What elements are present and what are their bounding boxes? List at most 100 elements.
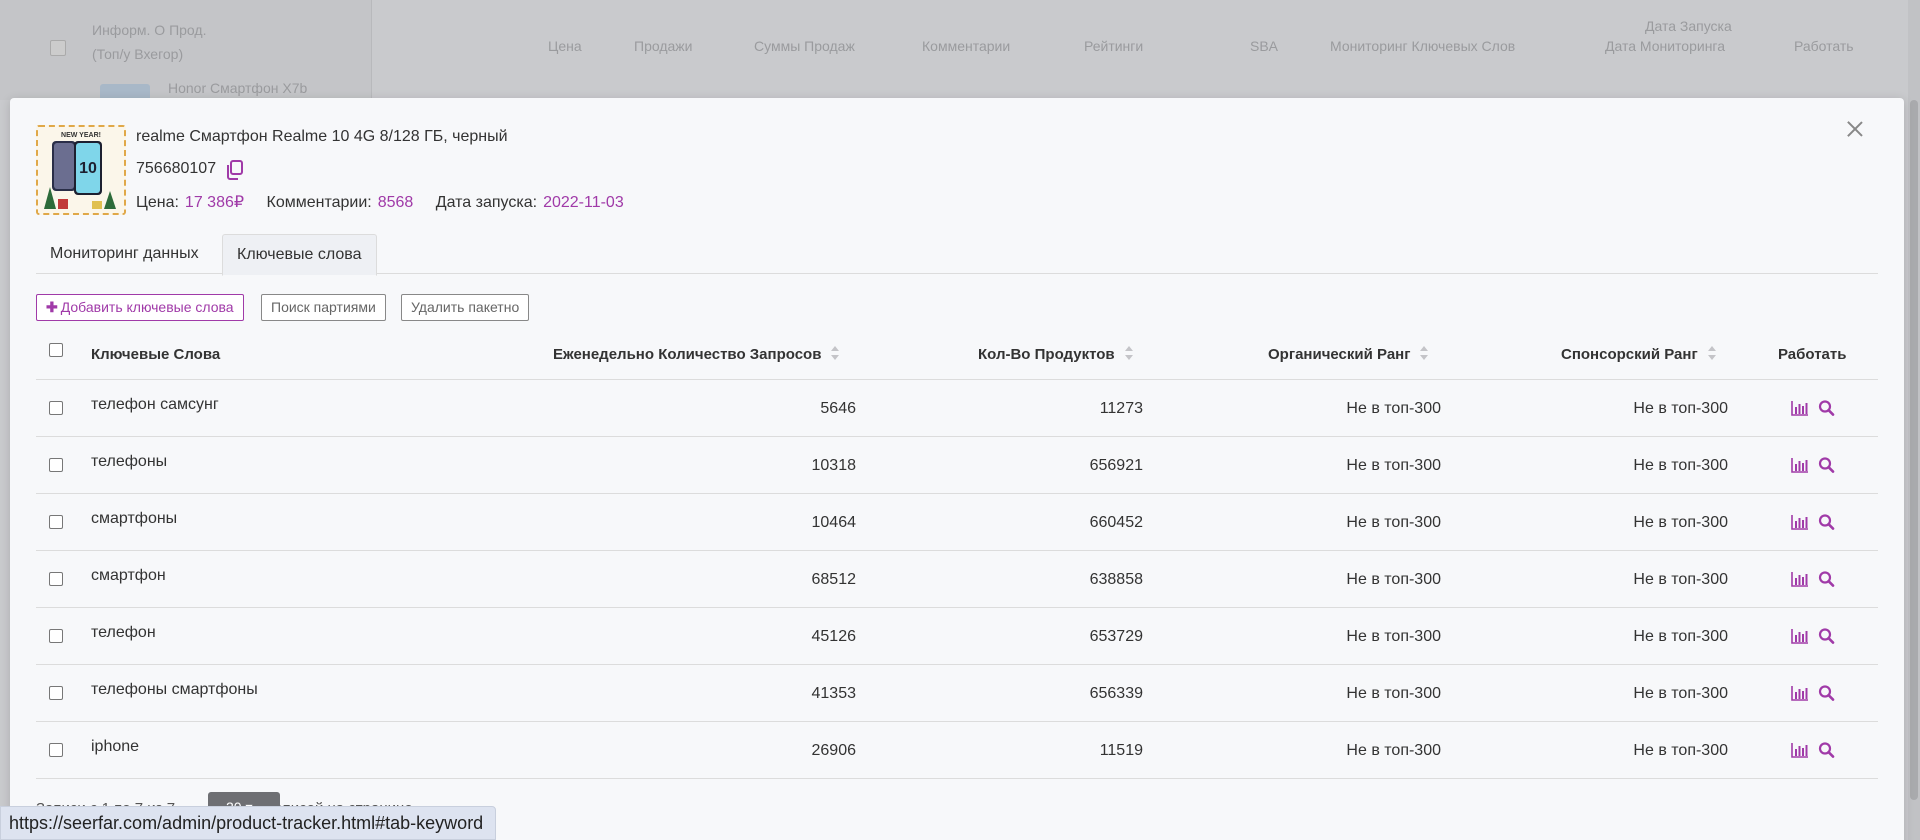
sort-icon[interactable]: [1420, 346, 1429, 361]
cell-sponsored-rank: Не в топ-300: [1633, 457, 1728, 474]
bar-chart-icon[interactable]: [1791, 400, 1809, 416]
cell-products: 653729: [1089, 628, 1143, 645]
comments-label: Комментарии:: [266, 194, 372, 211]
cell-sponsored-rank: Не в топ-300: [1633, 400, 1728, 417]
tab-data-monitoring[interactable]: Мониторинг данных: [36, 234, 213, 276]
row-checkbox[interactable]: [49, 401, 63, 415]
cell-weekly-queries: 41353: [811, 685, 857, 702]
bar-chart-icon[interactable]: [1791, 742, 1809, 758]
plus-icon: ✚: [46, 299, 58, 315]
table-row: iphone 26906 11519 Не в топ-300 Не в топ-300: [36, 722, 1878, 779]
cell-products: 656921: [1089, 457, 1143, 474]
column-products[interactable]: Кол-Во Продуктов: [978, 330, 1133, 380]
table-row: смартфоны 10464 660452 Не в топ-300 Не в топ…: [36, 494, 1878, 551]
row-actions: [1791, 742, 1841, 758]
cell-products: 11519: [1099, 742, 1143, 759]
cell-organic-rank: Не в топ-300: [1346, 742, 1441, 759]
cell-organic-rank: Не в топ-300: [1346, 457, 1441, 474]
cell-organic-rank: Не в топ-300: [1346, 400, 1441, 417]
search-icon[interactable]: [1818, 457, 1836, 473]
cell-sponsored-rank: Не в топ-300: [1633, 685, 1728, 702]
sort-icon[interactable]: [1124, 346, 1133, 361]
column-sponsored-rank[interactable]: Спонсорский Ранг: [1561, 330, 1716, 380]
cell-keyword: телефон: [91, 624, 156, 641]
cell-sponsored-rank: Не в топ-300: [1633, 628, 1728, 645]
bar-chart-icon[interactable]: [1791, 628, 1809, 644]
column-weekly-queries[interactable]: Еженедельно Количество Запросов: [553, 330, 840, 380]
launch-date-label: Дата запуска:: [435, 194, 538, 211]
cell-sponsored-rank: Не в топ-300: [1633, 571, 1728, 588]
bar-chart-icon[interactable]: [1791, 514, 1809, 530]
batch-search-button[interactable]: Поиск партиями: [261, 294, 386, 321]
row-actions: [1791, 457, 1841, 473]
cell-weekly-queries: 5646: [820, 400, 856, 417]
cell-weekly-queries: 10464: [811, 514, 857, 531]
bar-chart-icon[interactable]: [1791, 685, 1809, 701]
row-actions: [1791, 685, 1841, 701]
row-checkbox[interactable]: [49, 458, 63, 472]
status-bar-url: https://seerfar.com/admin/product-tracke…: [0, 806, 497, 840]
cell-keyword: телефоны: [91, 453, 168, 470]
cell-organic-rank: Не в топ-300: [1346, 685, 1441, 702]
svg-text:NEW YEAR!: NEW YEAR!: [61, 132, 101, 139]
table-row: телефон самсунг 5646 11273 Не в топ-300 Не в…: [36, 380, 1878, 437]
row-checkbox[interactable]: [49, 743, 63, 757]
row-checkbox[interactable]: [49, 572, 63, 586]
search-icon[interactable]: [1818, 514, 1836, 530]
bar-chart-icon[interactable]: [1791, 457, 1809, 473]
search-icon[interactable]: [1818, 628, 1836, 644]
column-keyword: Ключевые Слова: [91, 346, 221, 363]
cell-keyword: iphone: [91, 738, 140, 755]
cell-keyword: телефон самсунг: [91, 396, 219, 413]
tab-keywords[interactable]: Ключевые слова: [222, 234, 377, 276]
close-icon[interactable]: [1844, 118, 1866, 140]
table-row: телефоны смартфоны 41353 656339 Не в топ-30…: [36, 665, 1878, 722]
product-meta: Цена: 17 386₽ Комментарии: 8568 Дата запус…: [136, 192, 642, 212]
row-actions: [1791, 571, 1841, 587]
background-table-headers: Цена Продажи Суммы Продаж Комментарии Ре…: [548, 18, 1854, 54]
cell-products: 660452: [1089, 514, 1143, 531]
cell-keyword: смартфоны: [91, 510, 178, 527]
row-checkbox[interactable]: [49, 629, 63, 643]
cell-products: 11273: [1099, 400, 1143, 417]
select-all-checkbox[interactable]: [49, 343, 63, 357]
search-icon[interactable]: [1818, 400, 1836, 416]
sort-icon[interactable]: [1707, 346, 1716, 361]
product-keywords-modal: NEW YEAR! 10 realme Смартфон Realme 10 4…: [10, 98, 1904, 840]
column-organic-rank[interactable]: Органический Ранг: [1268, 330, 1429, 380]
cell-weekly-queries: 68512: [811, 571, 857, 588]
cell-sponsored-rank: Не в топ-300: [1633, 742, 1728, 759]
product-sku: 756680107: [136, 160, 217, 177]
sort-icon[interactable]: [831, 346, 840, 361]
background-info-header: Информ. О Прод. (Топ/у Вхегор): [92, 22, 207, 62]
cell-sponsored-rank: Не в топ-300: [1633, 514, 1728, 531]
row-actions: [1791, 628, 1841, 644]
cell-products: 638858: [1089, 571, 1143, 588]
row-checkbox[interactable]: [49, 686, 63, 700]
cell-weekly-queries: 45126: [811, 628, 857, 645]
add-keywords-button[interactable]: ✚ Добавить ключевые слова: [36, 294, 244, 321]
comments-value: 8568: [377, 194, 414, 211]
product-title: realme Смартфон Realme 10 4G 8/128 ГБ, ч…: [136, 128, 508, 145]
column-action: Работать: [1778, 346, 1847, 363]
table-row: телефон 45126 653729 Не в топ-300 Не в топ-3…: [36, 608, 1878, 665]
batch-delete-button[interactable]: Удалить пакетно: [401, 294, 530, 321]
cell-keyword: телефоны смартфоны: [91, 681, 258, 698]
copy-icon[interactable]: [226, 160, 244, 180]
cell-weekly-queries: 10318: [811, 457, 857, 474]
search-icon[interactable]: [1818, 571, 1836, 587]
row-checkbox[interactable]: [49, 515, 63, 529]
keywords-table: Ключевые Слова Еженедельно Количество За…: [36, 330, 1878, 779]
price-value: 17 386₽: [184, 194, 245, 211]
search-icon[interactable]: [1818, 742, 1836, 758]
cell-organic-rank: Не в топ-300: [1346, 628, 1441, 645]
table-body: телефон самсунг 5646 11273 Не в топ-300 Не в…: [36, 380, 1878, 779]
cell-products: 656339: [1089, 685, 1143, 702]
table-row: смартфон 68512 638858 Не в топ-300 Не в топ-…: [36, 551, 1878, 608]
bar-chart-icon[interactable]: [1791, 571, 1809, 587]
background-scrollbar: [1908, 0, 1920, 840]
cell-keyword: смартфон: [91, 567, 166, 584]
product-image: NEW YEAR! 10: [36, 125, 126, 215]
table-row: телефоны 10318 656921 Не в топ-300 Не в топ-…: [36, 437, 1878, 494]
search-icon[interactable]: [1818, 685, 1836, 701]
